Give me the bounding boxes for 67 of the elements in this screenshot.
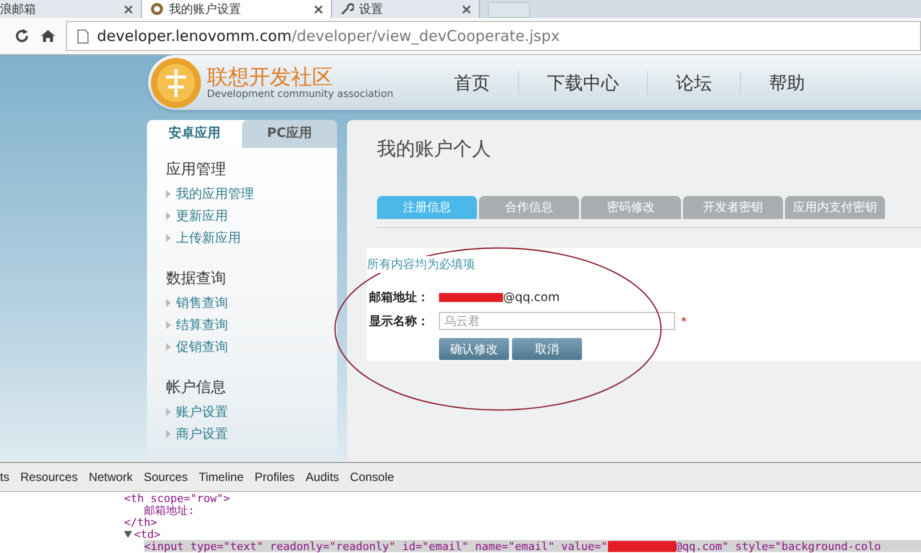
sidebar-link[interactable]: 销售查询	[176, 294, 228, 312]
new-tab-button[interactable]	[488, 2, 530, 18]
sidebar-link[interactable]: 我的应用管理	[176, 185, 254, 203]
devtools-tab[interactable]: Resources	[20, 470, 78, 484]
home-icon	[40, 28, 56, 44]
triangle-icon	[166, 212, 171, 220]
devtools-tab[interactable]: Network	[88, 470, 133, 484]
page-title: 我的账户个人	[377, 137, 492, 162]
triangle-icon	[166, 430, 171, 438]
code-line: 邮箱地址:	[144, 504, 195, 518]
field-label: 显示名称：	[369, 312, 430, 330]
favicon-icon	[150, 2, 164, 16]
devtools-tab[interactable]: Sources	[144, 470, 188, 484]
site-title: 联想开发社区	[207, 65, 334, 89]
input-field[interactable]: 乌云君	[439, 312, 675, 330]
section-heading: 数据查询	[166, 269, 227, 288]
form-button[interactable]: 确认修改	[439, 338, 509, 360]
browser-tab[interactable]: 浪邮箱	[0, 0, 142, 18]
url-text: developer.lenovomm.com/developer/view_devCooperate.jspx	[97, 27, 560, 45]
tab-title: 设置	[359, 0, 384, 18]
code-line: <td>	[134, 528, 160, 540]
required-mark: *	[681, 314, 686, 328]
browser-tab[interactable]: 我的账户设置	[142, 0, 332, 18]
email-value: @qq.com	[503, 290, 560, 304]
form-button[interactable]: 取消	[512, 338, 582, 360]
nav-link[interactable]: 下载中心	[519, 70, 648, 94]
triangle-icon	[166, 321, 171, 329]
close-icon	[314, 4, 323, 14]
sidebar-link[interactable]: 上传新应用	[176, 229, 241, 247]
code-line: <th scope="row">	[124, 492, 230, 504]
triangle-icon	[166, 190, 171, 198]
nav-link[interactable]: 首页	[426, 70, 519, 94]
triangle-icon	[166, 299, 171, 307]
sidebar-link[interactable]: 更新应用	[176, 207, 228, 225]
address-bar[interactable]: developer.lenovomm.com/developer/view_devCooperate.jspx	[66, 21, 921, 51]
nav-link[interactable]: 帮助	[741, 70, 833, 94]
tab-title: 我的账户设置	[169, 0, 242, 18]
triangle-icon	[166, 343, 171, 351]
code-line: <input type="text" readonly="readonly" id="email" name="email" value="	[144, 540, 608, 552]
wrench-icon	[340, 2, 354, 16]
code-line: </th>	[124, 516, 158, 528]
devtools-tab[interactable]: Timeline	[198, 470, 244, 484]
redaction-mark	[439, 292, 503, 302]
nav-link[interactable]: 论坛	[648, 70, 741, 94]
triangle-icon	[166, 408, 171, 416]
devtools-tab[interactable]: Audits	[306, 470, 340, 484]
site-subtitle: Development community association	[207, 89, 394, 100]
section-heading: 帐户信息	[166, 378, 227, 397]
browser-tab[interactable]: 设置	[332, 0, 480, 18]
close-icon	[462, 4, 471, 14]
sidebar-link[interactable]: 商户设置	[176, 425, 228, 443]
sidebar-tab[interactable]: PC应用	[242, 120, 337, 148]
sidebar-link[interactable]: 账户设置	[176, 403, 228, 421]
page-icon	[77, 28, 89, 44]
devtools-tab[interactable]: ts	[0, 470, 10, 484]
logo-icon	[150, 56, 202, 108]
reload-icon	[14, 28, 30, 44]
close-icon	[124, 4, 133, 14]
required-note: 所有内容均为必填项	[367, 256, 475, 273]
tab-title: 浪邮箱	[0, 0, 37, 18]
field-label: 邮箱地址：	[369, 288, 430, 306]
section-heading: 应用管理	[166, 160, 227, 179]
triangle-icon	[166, 234, 171, 242]
devtools-tab[interactable]: Console	[350, 470, 394, 484]
sidebar-link[interactable]: 促销查询	[176, 338, 228, 356]
devtools-tab[interactable]: Profiles	[254, 470, 295, 484]
sidebar-link[interactable]: 结算查询	[176, 316, 228, 334]
